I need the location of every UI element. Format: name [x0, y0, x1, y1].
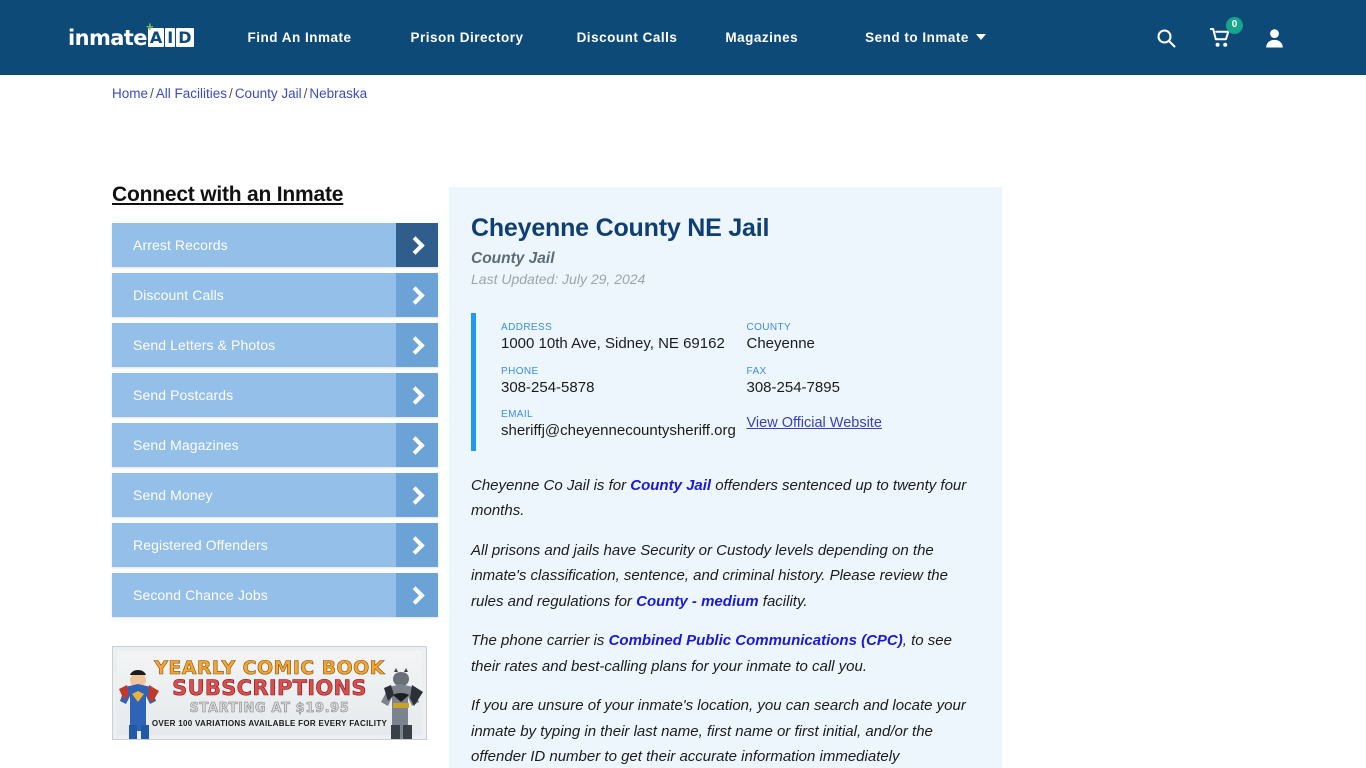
nav-item-prison-directory[interactable]: Prison Directory	[411, 24, 524, 51]
breadcrumb-item-all-facilities[interactable]: All Facilities	[156, 86, 227, 101]
ad-headline-line1: YEARLY COMIC BOOK	[154, 656, 385, 679]
fax-value: 308-254-7895	[746, 378, 840, 396]
page-body: Connect with an Inmate Arrest Records Di…	[0, 75, 1366, 768]
facility-contact-info: ADDRESS 1000 10th Ave, Sidney, NE 69162 …	[471, 313, 972, 451]
site-header: inmate + A I D Find An Inmate Prison Dir…	[0, 0, 1366, 75]
chevron-down-icon	[975, 34, 986, 40]
facility-type: County Jail	[471, 250, 555, 267]
description-paragraph-3: The phone carrier is Combined Public Com…	[471, 628, 972, 679]
link-county-jail[interactable]: County Jail	[630, 477, 711, 494]
breadcrumb: Home / All Facilities / County Jail / Nebraska	[112, 86, 367, 101]
ad-content: YEARLY COMIC BOOK SUBSCRIPTIONS STARTING…	[117, 651, 422, 735]
site-logo[interactable]: inmate + A I D	[68, 18, 194, 53]
sidebar-item-second-chance-jobs[interactable]: Second Chance Jobs	[112, 573, 438, 617]
breadcrumb-item-home[interactable]: Home	[112, 86, 148, 101]
breadcrumb-item-nebraska[interactable]: Nebraska	[309, 86, 367, 101]
address-label: ADDRESS	[501, 322, 553, 333]
facility-last-updated: Last Updated: July 29, 2024	[471, 271, 646, 287]
main-navigation: Find An Inmate Prison Directory Discount…	[248, 24, 1154, 51]
nav-item-find-an-inmate[interactable]: Find An Inmate	[248, 24, 352, 51]
description-paragraph-4: If you are unsure of your inmate's locat…	[471, 693, 972, 768]
superman-figure-icon	[119, 670, 159, 739]
nav-item-discount-calls[interactable]: Discount Calls	[577, 24, 678, 51]
nav-item-magazines[interactable]: Magazines	[725, 24, 798, 51]
county-label: COUNTY	[746, 322, 792, 333]
sidebar-item-label: Send Magazines	[133, 437, 239, 453]
sidebar-item-label: Send Letters & Photos	[133, 337, 276, 353]
sidebar-item-label: Send Money	[133, 487, 213, 503]
fax-label: FAX	[746, 365, 767, 377]
cart-count-badge: 0	[1226, 16, 1243, 34]
description-paragraph-1: Cheyenne Co Jail is for County Jail offe…	[471, 473, 972, 524]
ad-headline-line2: SUBSCRIPTIONS	[172, 675, 367, 700]
page-title: Connect with an Inmate	[112, 183, 344, 206]
county-value: Cheyenne	[746, 335, 815, 352]
sidebar-item-label: Send Postcards	[133, 387, 234, 403]
chevron-right-icon	[396, 223, 438, 267]
p3-text-a: The phone carrier is	[471, 632, 609, 649]
contact-column-right: COUNTY Cheyenne FAX 308-254-7895 View Of…	[737, 322, 973, 441]
ad-subtext-line: OVER 100 VARIATIONS AVAILABLE FOR EVERY …	[151, 718, 388, 728]
ad-price-line: STARTING AT $19.95	[189, 700, 350, 716]
p2-text-b: facility.	[758, 592, 808, 610]
logo-wordmark: inmate	[68, 25, 147, 50]
sidebar-item-label: Second Chance Jobs	[133, 587, 268, 603]
sidebar-item-arrest-records[interactable]: Arrest Records	[112, 223, 438, 267]
sidebar-item-discount-calls[interactable]: Discount Calls	[112, 273, 438, 317]
search-icon[interactable]	[1154, 26, 1178, 50]
user-icon[interactable]	[1262, 26, 1286, 50]
p1-text-a: Cheyenne Co Jail is for	[471, 476, 631, 494]
chevron-right-icon	[396, 573, 438, 617]
chevron-right-icon	[396, 273, 438, 317]
facility-detail-panel: Cheyenne County NE Jail County Jail Last…	[449, 187, 1002, 768]
phone-value: 308-254-5878	[501, 378, 595, 396]
nav-item-send-to-inmate-label: Send to Inmate	[865, 30, 969, 45]
batman-figure-icon	[381, 668, 423, 739]
chevron-right-icon	[396, 473, 438, 517]
address-value: 1000 10th Ave, Sidney, NE 69162	[501, 335, 725, 352]
sidebar-item-registered-offenders[interactable]: Registered Offenders	[112, 523, 438, 567]
sidebar-item-send-postcards[interactable]: Send Postcards	[112, 373, 438, 417]
comic-book-subscription-ad[interactable]: YEARLY COMIC BOOK SUBSCRIPTIONS STARTING…	[112, 646, 427, 740]
chevron-right-icon	[396, 423, 438, 467]
p4-text-a: If you are unsure of your inmate's locat…	[471, 697, 966, 765]
facility-description: Cheyenne Co Jail is for County Jail offe…	[471, 473, 972, 768]
description-paragraph-2: All prisons and jails have Security or C…	[471, 538, 972, 615]
contact-column-left: ADDRESS 1000 10th Ave, Sidney, NE 69162 …	[501, 322, 737, 441]
email-value: sheriffj@cheyennecountysheriff.org	[501, 422, 736, 439]
link-combined-public-communications[interactable]: Combined Public Communications (CPC)	[609, 632, 903, 649]
view-official-website-link[interactable]: View Official Website	[747, 415, 882, 431]
chevron-right-icon	[396, 323, 438, 367]
cart-icon[interactable]: 0	[1208, 16, 1243, 50]
breadcrumb-separator: /	[150, 86, 154, 101]
logo-plus-icon: +	[146, 18, 154, 34]
email-label: EMAIL	[501, 409, 534, 420]
logo-letter-d: D	[176, 28, 194, 47]
chevron-right-icon	[396, 523, 438, 567]
logo-letter-i: I	[165, 28, 176, 47]
breadcrumb-separator: /	[303, 86, 308, 101]
sidebar-item-send-magazines[interactable]: Send Magazines	[112, 423, 438, 467]
facility-name: Cheyenne County NE Jail	[471, 214, 770, 242]
sidebar-item-label: Arrest Records	[133, 237, 228, 253]
link-county-medium[interactable]: County - medium	[636, 593, 759, 610]
nav-item-send-to-inmate[interactable]: Send to Inmate	[865, 24, 986, 51]
breadcrumb-item-county-jail[interactable]: County Jail	[235, 86, 302, 101]
sidebar-item-label: Discount Calls	[133, 287, 224, 303]
sidebar-item-send-letters-photos[interactable]: Send Letters & Photos	[112, 323, 438, 367]
header-icon-group: 0	[1154, 16, 1346, 50]
sidebar-item-label: Registered Offenders	[133, 537, 268, 553]
breadcrumb-separator: /	[229, 86, 233, 101]
logo-aid-blocks: A I D	[147, 28, 194, 47]
sidebar: Connect with an Inmate Arrest Records Di…	[112, 183, 438, 768]
sidebar-item-send-money[interactable]: Send Money	[112, 473, 438, 517]
chevron-right-icon	[396, 373, 438, 417]
phone-label: PHONE	[501, 365, 539, 377]
